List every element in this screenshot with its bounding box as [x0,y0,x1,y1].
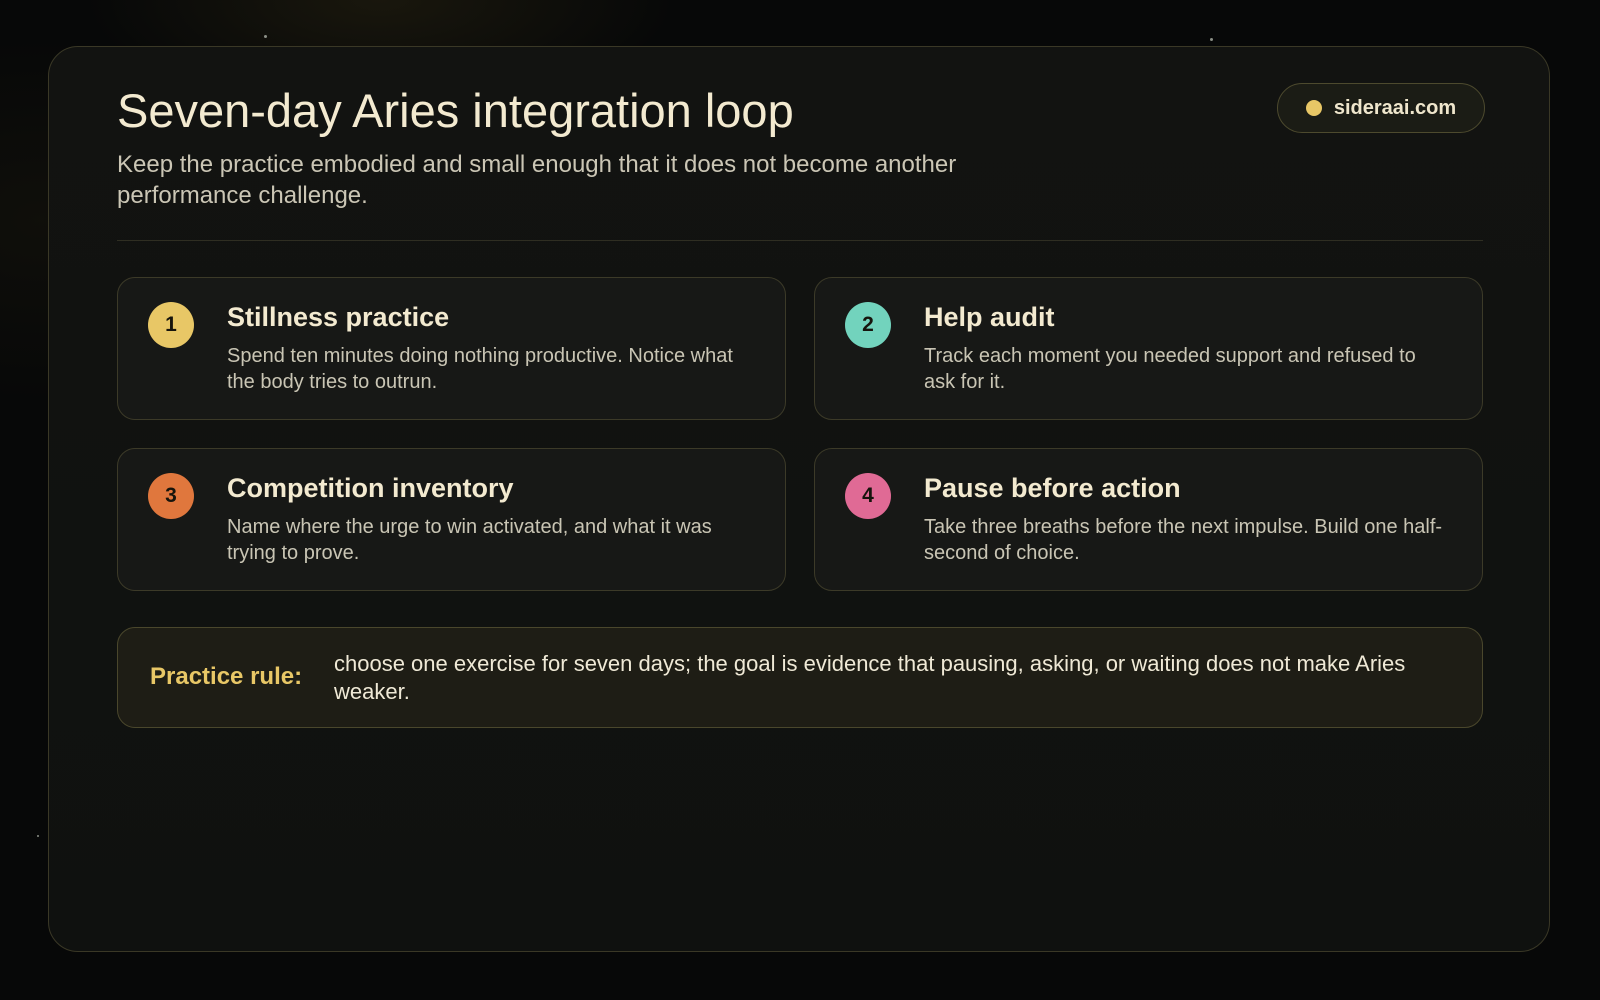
status-dot-icon [1305,100,1322,116]
page-title: Seven-day Aries integration loop [117,84,794,137]
step-number-badge: 1 [148,302,194,348]
page-subtitle: Keep the practice embodied and small eno… [117,151,957,209]
step-card-help-audit: 2 Help audit Track each moment you neede… [814,277,1483,420]
step-description: Name where the urge to win activated, an… [227,516,712,564]
step-card-pause-before-action: 4 Pause before action Take three breaths… [814,448,1483,591]
step-description: Spend ten minutes doing nothing producti… [227,345,733,393]
step-card-stillness-practice: 1 Stillness practice Spend ten minutes d… [117,277,786,420]
site-badge[interactable]: sideraai.com [1277,83,1485,133]
site-badge-label: sideraai.com [1333,96,1457,119]
integration-loop-card: Seven-day Aries integration loop Keep th… [48,46,1550,952]
step-card-competition-inventory: 3 Competition inventory Name where the u… [117,448,786,591]
step-description: Take three breaths before the next impul… [924,516,1443,564]
step-title: Competition inventory [227,473,514,503]
step-number-badge: 4 [845,473,891,519]
step-description: Track each moment you needed support and… [924,345,1416,393]
step-title: Pause before action [924,473,1181,503]
practice-rule-label: Practice rule: [150,663,303,690]
step-title: Help audit [924,302,1055,332]
practice-rule-text: choose one exercise for seven days; the … [334,651,1406,704]
header-divider [117,240,1483,241]
step-number-badge: 2 [845,302,891,348]
background-star [264,35,267,38]
step-number-badge: 3 [148,473,194,519]
background-star [1210,38,1213,41]
practice-rule-callout: Practice rule: choose one exercise for s… [117,627,1483,728]
background-star [37,835,39,837]
step-title: Stillness practice [227,302,450,332]
